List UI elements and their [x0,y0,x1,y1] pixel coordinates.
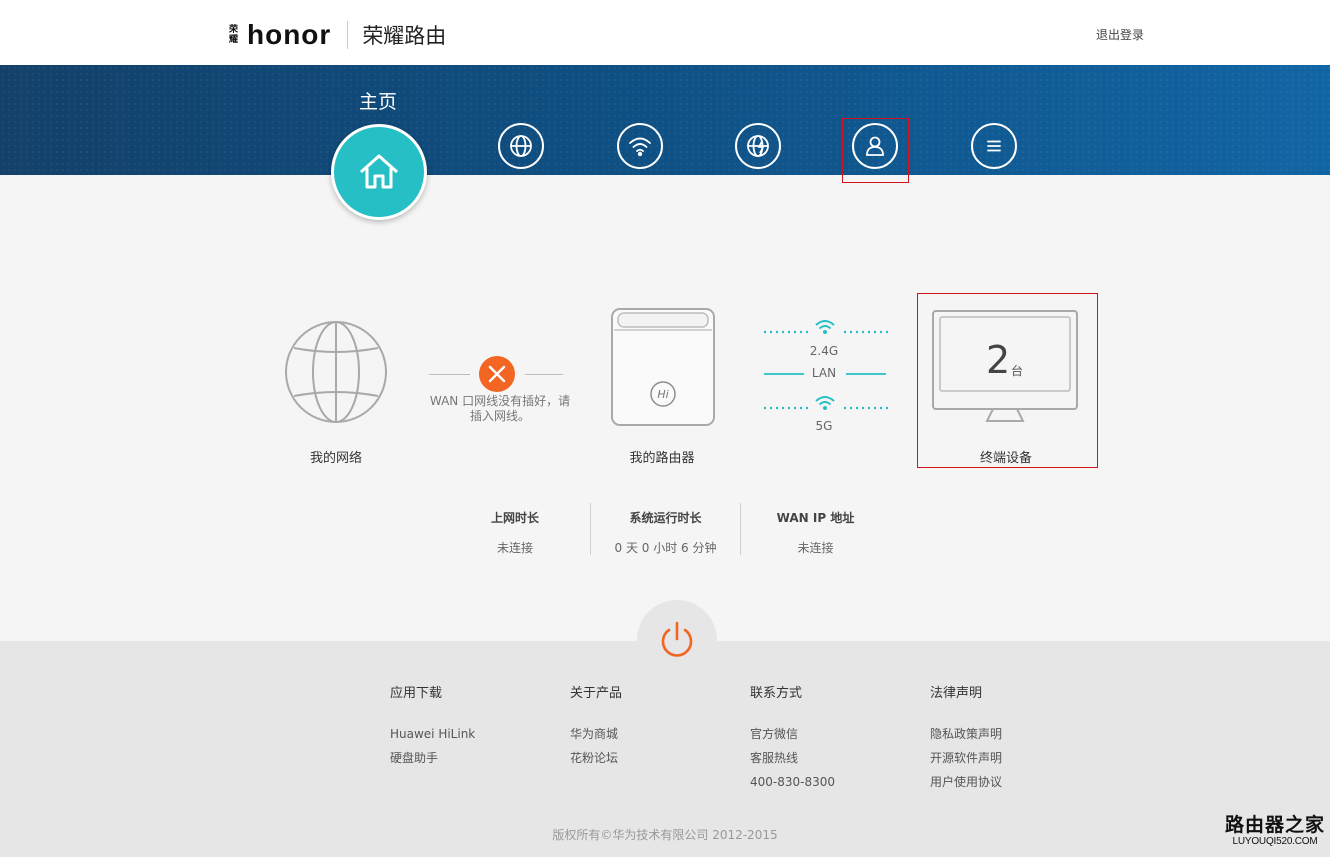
footer-link-hotline[interactable]: 客服热线 [750,746,910,770]
wifi-icon [629,137,651,157]
user-icon [866,136,884,156]
nav-wifi-button[interactable] [617,123,663,169]
footer-link-privacy[interactable]: 隐私政策声明 [930,722,1090,746]
footer-col-download: 应用下载 Huawei HiLink 硬盘助手 [390,682,550,770]
power-icon [661,621,693,657]
wan-line-right [525,374,563,375]
wan-line-left [429,374,470,375]
page-title: 主页 [359,91,398,113]
footer-link-vmall[interactable]: 华为商城 [570,722,730,746]
footer-link-opensource[interactable]: 开源软件声明 [930,746,1090,770]
footer-col-legal: 法律声明 隐私政策声明 开源软件声明 用户使用协议 [930,682,1090,794]
nav-home-button[interactable] [331,124,427,220]
logout-link[interactable]: 退出登录 [1096,26,1144,43]
footer-col-title: 应用下载 [390,686,443,701]
devices-unit: 台 [1011,364,1024,378]
devices-count: 2 [986,338,1011,382]
my-network-label: 我的网络 [309,451,362,466]
stat-uptime: 系统运行时长 0 天 0 小时 6 分钟 [590,503,740,555]
status-stats: 上网时长 未连接 系统运行时长 0 天 0 小时 6 分钟 WAN IP 地址 … [440,503,890,555]
router-badge: Hi [657,388,669,401]
nav-devices-button[interactable] [852,123,898,169]
nav-more-button[interactable] [971,123,1017,169]
globe-icon [510,135,532,157]
home-icon [360,154,398,189]
site-watermark: 路由器之家 LUYOUQI520.COM [1225,814,1325,847]
footer-link-disk-helper[interactable]: 硬盘助手 [390,746,550,770]
logo-divider [347,21,349,49]
band-lan-label: LAN [811,366,837,380]
watermark-en: LUYOUQI520.COM [1232,836,1318,847]
copyright-text: 版权所有©华为技术有限公司 2012-2015 [552,828,778,842]
band-5g-label: 5G [815,419,833,433]
product-title: 荣耀路由 [362,24,447,48]
footer-link-forum[interactable]: 花粉论坛 [570,746,730,770]
wan-error-message: WAN 口网线没有插好，请插入网线。 [429,394,571,423]
footer-link-wechat[interactable]: 官方微信 [750,722,910,746]
logo-wordmark: honor [247,19,332,50]
menu-icon [987,140,1001,152]
stat-value: 0 天 0 小时 6 分钟 [614,541,717,555]
stat-title: 系统运行时长 [629,511,702,525]
router-icon[interactable] [610,307,716,427]
honor-logo: 荣耀 honor 荣耀路由 [229,18,446,52]
power-button[interactable] [637,600,717,680]
footer-link-hilink[interactable]: Huawei HiLink [390,722,550,746]
stat-online-duration: 上网时长 未连接 [440,503,590,555]
footer-col-contact: 联系方式 官方微信 客服热线 400-830-8300 [750,682,910,794]
globe-settings-icon [747,135,769,157]
stat-title: WAN IP 地址 [776,511,855,525]
logo-cn-mark: 荣耀 [229,25,239,45]
footer-col-about: 关于产品 华为商城 花粉论坛 [570,682,730,770]
wan-error-icon [479,356,515,392]
top-header: 荣耀 honor 荣耀路由 退出登录 [0,0,1330,65]
footer-col-title: 关于产品 [570,686,623,701]
my-router-label: 我的路由器 [629,451,695,466]
nav-network-settings-button[interactable] [735,123,781,169]
band-24g-label: 2.4G [809,344,839,358]
nav-internet-button[interactable] [498,123,544,169]
stat-wan-ip: WAN IP 地址 未连接 [740,503,890,555]
watermark-cn: 路由器之家 [1225,814,1326,836]
stat-value: 未连接 [797,541,834,555]
footer-phone-number: 400-830-8300 [750,775,836,789]
footer-col-title: 联系方式 [750,686,803,701]
internet-globe-icon[interactable] [284,320,388,424]
footer-col-title: 法律声明 [930,686,983,701]
stat-value: 未连接 [496,541,533,555]
nav-band [0,65,1330,175]
footer-link-terms[interactable]: 用户使用协议 [930,770,1090,794]
stat-title: 上网时长 [490,511,539,525]
devices-label: 终端设备 [979,451,1032,466]
